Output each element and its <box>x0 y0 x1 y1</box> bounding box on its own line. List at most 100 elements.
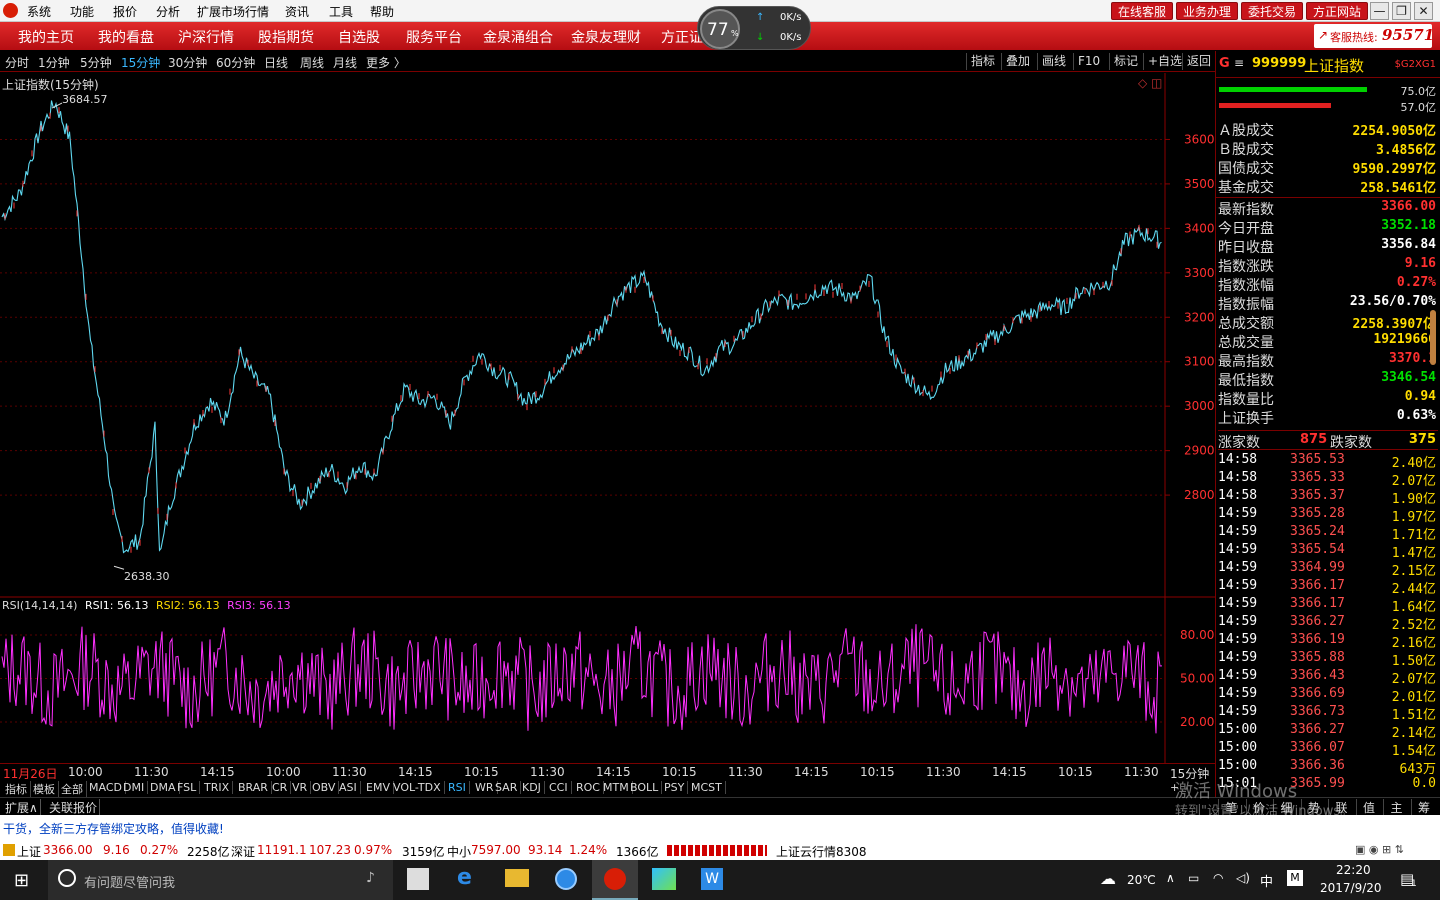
nav-item-1[interactable]: 我的看盘 <box>98 27 154 47</box>
menu-7[interactable]: 帮助 <box>370 3 394 20</box>
price-chart-svg[interactable]: 3600 3500 3400 3300 3200 3100 3000 2900 2800 80.0… <box>0 73 1215 763</box>
period-tab-9[interactable]: 更多 〉 <box>366 54 406 71</box>
nav-item-2[interactable]: 沪深行情 <box>178 27 234 47</box>
panel-tab-7[interactable]: 筹 <box>1410 799 1437 816</box>
nav-item-6[interactable]: 金泉涌组合 <box>483 27 553 47</box>
status-tray-icons[interactable]: ▣ ◉ ⊞ ⇅ <box>1355 843 1404 856</box>
quote-label: 最低指数 <box>1218 373 1274 389</box>
ime-indicator[interactable]: 中 <box>1260 871 1273 890</box>
close-window-icon[interactable]: ✕ <box>1414 2 1433 20</box>
period-tab-3[interactable]: 15分钟 <box>121 54 160 71</box>
panel-tab-5[interactable]: 值 <box>1355 799 1382 816</box>
indicator-tab-12[interactable]: ASI <box>336 781 361 794</box>
menu-4[interactable]: 扩展市场行情 <box>197 3 269 20</box>
period-tab-5[interactable]: 60分钟 <box>216 54 255 71</box>
top-action-button-1[interactable]: 业务办理 <box>1176 2 1239 20</box>
top-action-button-2[interactable]: 委托交易 <box>1241 2 1304 20</box>
indicator-tab-4[interactable]: DMI <box>120 781 149 794</box>
top-action-button-3[interactable]: 方正网站 <box>1306 2 1369 20</box>
chart-expand-icon[interactable]: ◇ ◫ <box>1138 76 1162 90</box>
writer-app-icon[interactable]: W <box>701 868 723 890</box>
indicator-tab-24[interactable]: MCST <box>688 781 726 794</box>
tick-row: 14:59 3366.69 2.01亿 <box>1218 686 1438 705</box>
menu-icon[interactable]: ≡ <box>1234 56 1244 70</box>
period-tab-7[interactable]: 周线 <box>300 54 324 71</box>
indicator-tab-17[interactable]: SAR <box>492 781 522 794</box>
indicator-tab-19[interactable]: CCI <box>546 781 572 794</box>
period-tab-1[interactable]: 1分钟 <box>38 54 70 71</box>
chart-tool-2[interactable]: 画线 <box>1037 53 1070 70</box>
indicator-tab-18[interactable]: KDJ <box>519 781 545 794</box>
indicator-tab-0[interactable]: 指标 <box>2 781 31 797</box>
period-tab-4[interactable]: 30分钟 <box>168 54 207 71</box>
menu-0[interactable]: 系统 <box>27 3 51 20</box>
windows-start-icon[interactable]: ⊞ <box>14 870 29 891</box>
nav-item-4[interactable]: 自选股 <box>338 27 380 47</box>
top-action-button-0[interactable]: 在线客服 <box>1111 2 1174 20</box>
panel-scrollbar[interactable] <box>1430 310 1436 365</box>
indicator-tab-2[interactable]: 全部 <box>58 781 87 797</box>
chart-tool-4[interactable]: 标记 <box>1109 53 1142 70</box>
ime-mode-icon[interactable]: M <box>1287 870 1303 886</box>
turnover-value: 258.5461亿 <box>1360 181 1436 196</box>
tick-volume: 2.15亿 <box>1391 564 1436 579</box>
chart-tool-0[interactable]: 指标 <box>966 53 999 70</box>
minimize-window-icon[interactable]: — <box>1370 2 1389 20</box>
indicator-tab-11[interactable]: OBV <box>309 781 340 794</box>
battery-icon[interactable]: ▭ <box>1188 871 1199 885</box>
taskbar-active-app[interactable] <box>592 860 638 900</box>
period-tab-6[interactable]: 日线 <box>264 54 288 71</box>
indicator-tab-7[interactable]: TRIX <box>201 781 234 794</box>
news-link[interactable]: 干货，全新三方存管绑定攻略，值得收藏! <box>3 820 224 837</box>
tick-price: 3366.17 <box>1290 578 1345 593</box>
zx-change: 93.14 <box>528 843 563 857</box>
tick-row: 14:59 3366.17 1.64亿 <box>1218 596 1438 615</box>
ie-icon[interactable] <box>555 868 577 890</box>
menu-2[interactable]: 报价 <box>113 3 137 20</box>
cloud-quote-label[interactable]: 上证云行情8308 <box>776 843 867 860</box>
panel-tab-6[interactable]: 主 <box>1383 799 1409 816</box>
indicator-tab-6[interactable]: FSL <box>174 781 201 794</box>
clock-date[interactable]: 2017/9/20 <box>1320 881 1382 895</box>
nav-item-3[interactable]: 股指期货 <box>258 27 314 47</box>
indicator-tab-9[interactable]: CR <box>269 781 292 794</box>
nav-item-5[interactable]: 服务平台 <box>406 27 462 47</box>
explorer-icon[interactable] <box>505 869 529 887</box>
nav-item-0[interactable]: 我的主页 <box>18 27 74 47</box>
search-box[interactable]: 有问题尽管问我 ♪ <box>48 860 393 900</box>
ext-tab-0[interactable]: 扩展∧ <box>3 799 41 816</box>
period-tab-8[interactable]: 月线 <box>333 54 357 71</box>
edge-icon[interactable]: e <box>457 865 472 890</box>
chart-tool-6[interactable]: 返回 <box>1182 53 1215 70</box>
video-player-icon[interactable] <box>652 868 676 890</box>
network-icon[interactable]: ◠ <box>1213 871 1223 885</box>
ext-tab-1[interactable]: 关联报价 <box>47 799 101 816</box>
menu-3[interactable]: 分析 <box>156 3 180 20</box>
clock-time[interactable]: 22:20 <box>1336 863 1371 877</box>
bar-value-2: 57.0亿 <box>1400 101 1437 114</box>
volume-icon[interactable]: ◁) <box>1236 871 1250 885</box>
period-tab-0[interactable]: 分时 <box>5 54 29 71</box>
chart-tool-1[interactable]: 叠加 <box>1001 53 1034 70</box>
chart-tool-3[interactable]: F10 <box>1073 53 1104 70</box>
download-icon: ↓ <box>756 32 765 43</box>
period-tab-2[interactable]: 5分钟 <box>80 54 112 71</box>
indicator-tab-10[interactable]: VR <box>289 781 312 794</box>
store-icon[interactable] <box>407 868 429 890</box>
microphone-icon[interactable]: ♪ <box>366 870 375 886</box>
menu-5[interactable]: 资讯 <box>285 3 309 20</box>
indicator-tab-22[interactable]: BOLL <box>627 781 663 794</box>
menu-1[interactable]: 功能 <box>70 3 94 20</box>
indicator-tab-23[interactable]: PSY <box>661 781 689 794</box>
chart-area[interactable]: 3600 3500 3400 3300 3200 3100 3000 2900 2800 80.0… <box>0 73 1215 763</box>
nav-item-7[interactable]: 金泉友理财 <box>571 27 641 47</box>
indicator-tab-14[interactable]: VOL-TDX <box>390 781 445 794</box>
network-gauge[interactable]: 77 % ↑ 0K/s ↓ 0K/s <box>697 6 811 50</box>
tray-up-icon[interactable]: ∧ <box>1166 871 1175 885</box>
chart-tool-5[interactable]: +自选 <box>1143 53 1186 70</box>
indicator-tab-15[interactable]: RSI <box>445 781 470 794</box>
indicator-tab-1[interactable]: 模板 <box>30 781 59 797</box>
restore-window-icon[interactable]: ❐ <box>1392 2 1411 20</box>
indicator-tab-8[interactable]: BRAR <box>235 781 272 794</box>
menu-6[interactable]: 工具 <box>329 3 353 20</box>
